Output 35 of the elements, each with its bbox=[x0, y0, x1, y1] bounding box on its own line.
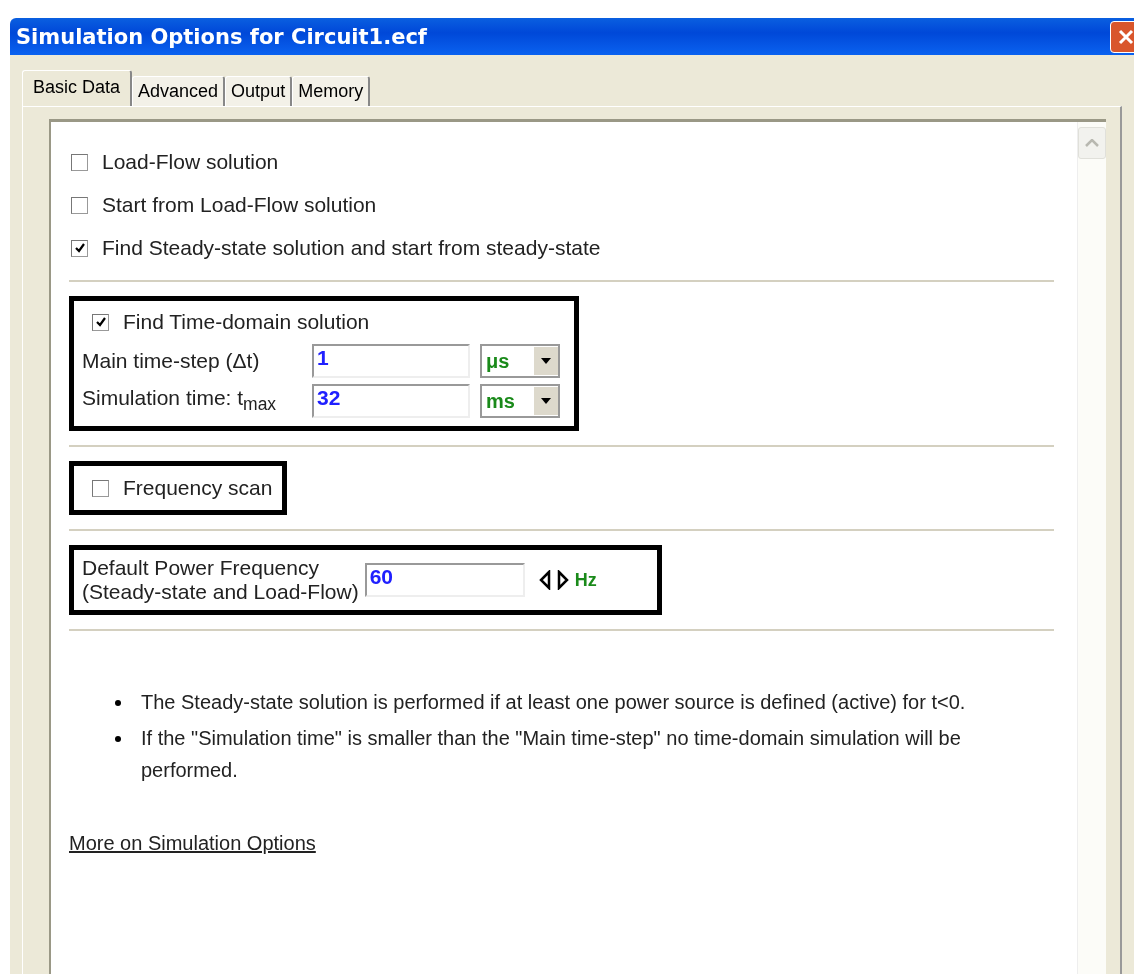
bullet-icon bbox=[115, 700, 121, 706]
checkbox-label: Find Steady-state solution and start from steady-state bbox=[102, 236, 601, 260]
right-arrow-icon[interactable] bbox=[556, 570, 569, 590]
scrollbar[interactable] bbox=[1077, 122, 1106, 974]
checkbox[interactable] bbox=[92, 313, 109, 331]
input-field[interactable]: 1 bbox=[312, 344, 470, 378]
highlight-frame: Default Power Frequency (Steady-state and Load-Flow) 60 Hz bbox=[69, 545, 662, 615]
close-button[interactable] bbox=[1110, 20, 1134, 53]
note-text: The Steady-state solution is performed if at least one power source is defined (active) for t<0. bbox=[141, 690, 967, 715]
checkbox-label: Frequency scan bbox=[123, 476, 273, 500]
field-label: (Steady-state and Load-Flow) bbox=[82, 580, 359, 604]
bullet-icon bbox=[115, 736, 121, 742]
tab[interactable]: Output bbox=[225, 76, 293, 106]
checkbox-label: Find Time-domain solution bbox=[123, 310, 370, 334]
field-label: Main time-step (Δt) bbox=[82, 349, 261, 373]
checkbox-label: Start from Load-Flow solution bbox=[102, 193, 377, 217]
checkbox[interactable] bbox=[71, 153, 88, 171]
unit-dropdown[interactable]: μs bbox=[480, 344, 560, 378]
caret-up-icon bbox=[1085, 139, 1099, 147]
tab[interactable]: Basic Data bbox=[22, 70, 133, 106]
unit-dropdown[interactable]: ms bbox=[480, 384, 560, 418]
checkbox[interactable] bbox=[71, 239, 88, 257]
tab[interactable]: Advanced bbox=[132, 76, 226, 106]
input-field[interactable]: 32 bbox=[312, 384, 470, 418]
note-text: If the "Simulation time" is smaller than the "Main time-step" no time-domain simulation will be performed. bbox=[141, 726, 962, 783]
input-field[interactable]: 60 bbox=[364, 563, 525, 597]
checkbox[interactable] bbox=[92, 479, 109, 497]
checkbox-label: Load-Flow solution bbox=[102, 150, 279, 174]
field-label: Default Power Frequency bbox=[82, 556, 320, 580]
checkbox[interactable] bbox=[71, 196, 88, 214]
tab[interactable]: Memory bbox=[292, 76, 371, 106]
left-arrow-icon[interactable] bbox=[538, 570, 551, 590]
field-label: Simulation time: t$_{max}$ bbox=[82, 386, 278, 416]
help-link[interactable]: More on Simulation Options bbox=[69, 832, 316, 855]
window-title: Simulation Options for Circuit1.ecf bbox=[16, 24, 427, 49]
